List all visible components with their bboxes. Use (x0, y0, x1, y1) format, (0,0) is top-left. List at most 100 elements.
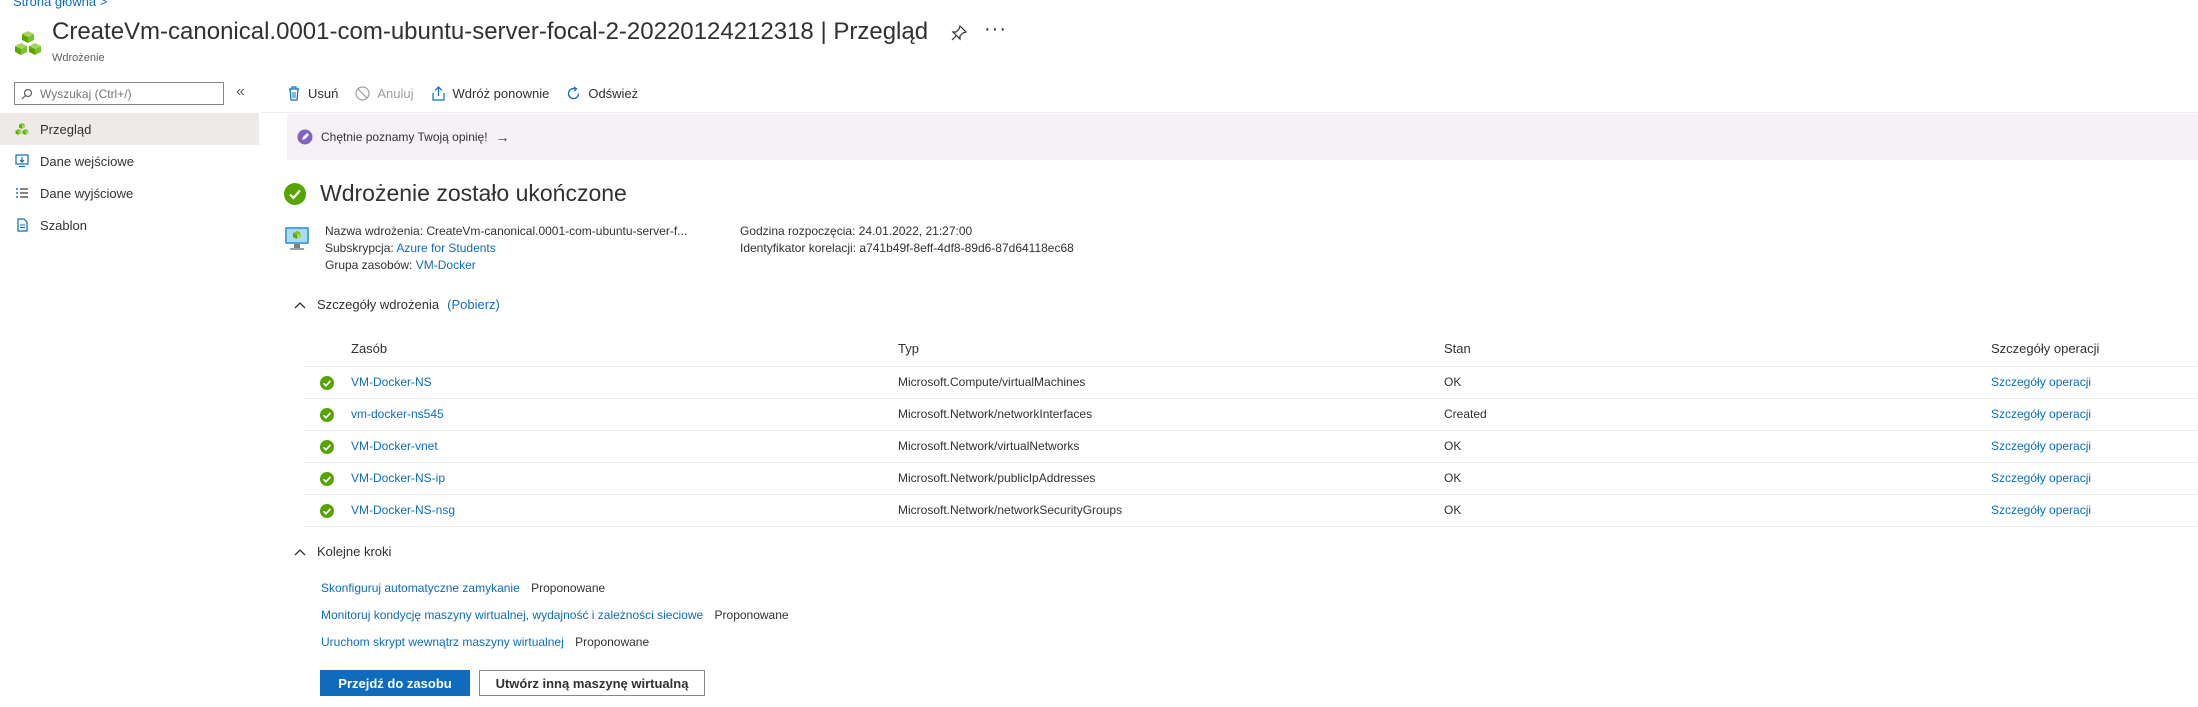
deployment-status-title: Wdrożenie zostało ukończone (320, 180, 627, 206)
toolbar-divider (260, 112, 2198, 113)
sidebar-item-overview[interactable]: Przegląd (0, 113, 259, 145)
deployment-details-header[interactable]: Szczegóły wdrożenia (Pobierz) (293, 297, 500, 312)
breadcrumb-home-link[interactable]: Strona główna (13, 0, 96, 9)
breadcrumb-separator: > (99, 0, 108, 9)
operation-details-link[interactable]: Szczegóły operacji (1991, 375, 2091, 389)
redeploy-button[interactable]: Wdróż ponownie (431, 85, 550, 101)
resource-status: OK (1444, 503, 1462, 517)
sidebar-item-label: Przegląd (40, 121, 92, 137)
breadcrumb: Strona główna > (13, 0, 107, 9)
deployment-icon (14, 121, 30, 137)
next-step-item: Skonfiguruj automatyczne zamykanie Propo… (321, 581, 605, 595)
subscription-row: Subskrypcja: Azure for Students (325, 241, 496, 255)
deployment-name: CreateVm-canonical.0001-com-ubuntu-serve… (52, 18, 814, 45)
success-check-icon (320, 408, 334, 422)
next-steps-title: Kolejne kroki (317, 544, 392, 559)
success-check-icon (320, 376, 334, 390)
download-link[interactable]: (Pobierz) (447, 297, 500, 312)
refresh-icon (568, 85, 580, 99)
pin-icon[interactable] (950, 24, 968, 42)
collapse-sidebar-icon[interactable]: « (236, 83, 245, 101)
page-subtitle: Wdrożenie (52, 52, 105, 64)
start-time-label: Godzina rozpoczęcia: (740, 224, 856, 238)
next-step-item: Monitoruj kondycję maszyny wirtualnej, w… (321, 608, 789, 622)
auto-shutdown-link[interactable]: Skonfiguruj automatyczne zamykanie (321, 581, 520, 595)
title-separator: | (820, 18, 827, 45)
correlation-id-row: Identyfikator korelacji: a741b49f-8eff-4… (740, 241, 1074, 255)
table-row: VM-Docker-vnet Microsoft.Network/virtual… (304, 431, 2198, 463)
correlation-id-value: a741b49f-8eff-4df8-89d6-87d64118ec68 (859, 241, 1074, 255)
deployment-cubes-icon (15, 31, 41, 55)
success-check-icon (320, 472, 334, 486)
refresh-label: Odśwież (588, 85, 639, 101)
subscription-label: Subskrypcja: (325, 241, 394, 255)
resource-link[interactable]: vm-docker-ns545 (351, 407, 444, 421)
resource-type: Microsoft.Network/publicIpAddresses (898, 471, 1096, 485)
upload-icon (431, 85, 445, 101)
resource-group-link[interactable]: VM-Docker (416, 258, 476, 272)
chevron-up-icon (294, 548, 306, 555)
column-header-status[interactable]: Stan (1444, 341, 1471, 356)
success-check-icon (320, 504, 334, 518)
outputs-icon (14, 185, 30, 201)
redeploy-label: Wdróż ponownie (452, 85, 550, 101)
sidebar-item-inputs[interactable]: Dane wejściowe (0, 145, 259, 177)
cancel-button[interactable]: Anuluj (355, 85, 414, 101)
resource-status: OK (1444, 471, 1462, 485)
sidebar-item-template[interactable]: Szablon (0, 209, 259, 241)
table-row: VM-Docker-NS-ip Microsoft.Network/public… (304, 463, 2198, 495)
recommended-tag: Proponowane (714, 608, 789, 622)
next-steps-header[interactable]: Kolejne kroki (293, 544, 391, 559)
more-options-icon[interactable]: ··· (984, 18, 1007, 41)
recommended-tag: Proponowane (531, 581, 606, 595)
create-another-vm-button[interactable]: Utwórz inną maszynę wirtualną (479, 670, 705, 696)
deployment-name-value: CreateVm-canonical.0001-com-ubuntu-serve… (426, 224, 688, 238)
operation-details-link[interactable]: Szczegóły operacji (1991, 439, 2091, 453)
column-header-resource[interactable]: Zasób (351, 341, 387, 356)
resource-link[interactable]: VM-Docker-NS (351, 375, 432, 389)
resource-status: Created (1444, 407, 1487, 421)
cancel-label: Anuluj (377, 85, 414, 101)
resource-link[interactable]: VM-Docker-vnet (351, 439, 438, 453)
feedback-banner[interactable]: Chętnie poznamy Twoją opinię! → (287, 114, 2198, 160)
column-header-type[interactable]: Typ (898, 341, 919, 356)
resource-type: Microsoft.Network/virtualNetworks (898, 439, 1080, 453)
search-input[interactable] (38, 85, 208, 102)
success-check-icon (320, 440, 334, 454)
start-time-value: 24.01.2022, 21:27:00 (858, 224, 973, 238)
recommended-tag: Proponowane (575, 635, 650, 649)
operation-details-link[interactable]: Szczegóły operacji (1991, 407, 2091, 421)
next-step-item: Uruchom skrypt wewnątrz maszyny wirtualn… (321, 635, 649, 649)
resource-type: Microsoft.Compute/virtualMachines (898, 375, 1086, 389)
resource-group-label: Grupa zasobów: (325, 258, 413, 272)
inputs-icon (14, 153, 30, 169)
column-header-operation-details[interactable]: Szczegóły operacji (1991, 341, 2099, 356)
resource-type: Microsoft.Network/networkInterfaces (898, 407, 1093, 421)
start-time-row: Godzina rozpoczęcia: 24.01.2022, 21:27:0… (740, 224, 972, 238)
monitor-vm-link[interactable]: Monitoruj kondycję maszyny wirtualnej, w… (321, 608, 703, 622)
sidebar-item-label: Szablon (40, 217, 87, 233)
refresh-button[interactable]: Odśwież (566, 86, 638, 101)
delete-button[interactable]: Usuń (287, 86, 338, 101)
chevron-up-icon (294, 301, 306, 308)
page-title: CreateVm-canonical.0001-com-ubuntu-serve… (52, 18, 928, 46)
deployment-details-title: Szczegóły wdrożenia (317, 297, 440, 312)
sidebar-item-outputs[interactable]: Dane wyjściowe (0, 177, 259, 209)
template-icon (14, 217, 30, 233)
run-script-link[interactable]: Uruchom skrypt wewnątrz maszyny wirtualn… (321, 635, 564, 649)
page-section: Przegląd (833, 18, 929, 45)
correlation-id-label: Identyfikator korelacji: (740, 241, 857, 255)
trash-icon (289, 85, 299, 101)
search-box[interactable] (14, 82, 224, 105)
deployment-monitor-icon (285, 227, 309, 250)
operation-details-link[interactable]: Szczegóły operacji (1991, 503, 2091, 517)
table-row: VM-Docker-NS Microsoft.Compute/virtualMa… (304, 367, 2198, 399)
subscription-link[interactable]: Azure for Students (396, 241, 495, 255)
resource-group-row: Grupa zasobów: VM-Docker (325, 258, 476, 272)
operation-details-link[interactable]: Szczegóły operacji (1991, 471, 2091, 485)
resource-link[interactable]: VM-Docker-NS-nsg (351, 503, 455, 517)
go-to-resource-button[interactable]: Przejdź do zasobu (320, 670, 470, 696)
resource-link[interactable]: VM-Docker-NS-ip (351, 471, 445, 485)
search-icon (21, 88, 33, 99)
deployment-name-row: Nazwa wdrożenia: CreateVm-canonical.0001… (325, 224, 687, 238)
